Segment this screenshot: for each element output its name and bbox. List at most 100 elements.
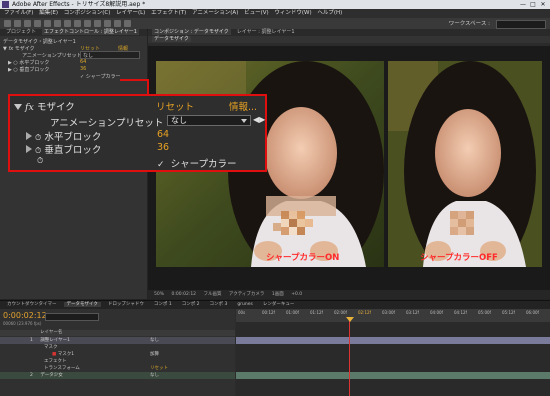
mask-row[interactable]: ■ マスク1 加算 [0, 351, 235, 358]
menu-animation[interactable]: アニメーション(A) [192, 10, 238, 16]
layer-name-column[interactable]: レイヤー名 [40, 330, 62, 335]
menu-view[interactable]: ビュー(V) [244, 10, 269, 16]
tab-layer[interactable]: レイヤー : 調整レイヤー1 [235, 29, 297, 35]
expand-v-block-icon[interactable] [26, 145, 32, 153]
frame-rate: 00060 (23.976 fps) [3, 321, 42, 326]
menu-composition[interactable]: コンポジション(C) [64, 10, 111, 16]
tab-countdown-timer[interactable]: カウントダウンタイマー [4, 302, 60, 307]
effect-header[interactable]: fx モザイク [14, 99, 75, 113]
transform-group-row[interactable]: トランスフォーム リセット [0, 365, 235, 372]
comp-panel-tabs: コンポジション : データモザイク レイヤー : 調整レイヤー1 [148, 29, 550, 36]
preset-value-small: なし [83, 53, 94, 59]
current-time-indicator[interactable] [349, 317, 350, 396]
effect-header-small[interactable]: ▼ fx モザイク [3, 45, 35, 52]
stopwatch-icon[interactable]: ⏱ [35, 146, 41, 155]
viewer-timecode[interactable]: 0:00:02:12 [171, 292, 196, 297]
view-layout-select[interactable]: 1画面 [272, 292, 284, 297]
expand-h-block-icon[interactable] [26, 132, 32, 140]
v-block-value-small[interactable]: 36 [80, 66, 86, 72]
tab-data-mosaic[interactable]: データモザイク [63, 302, 101, 307]
tab-render-queue[interactable]: レンダーキュー [260, 302, 298, 307]
comp-viewer[interactable]: シャープカラーON シャープカラーOFF 50% 0:00:02:12 フル画質… [148, 46, 550, 299]
info-link[interactable]: 情報... [229, 99, 257, 113]
effects-group-row[interactable]: エフェクト [0, 358, 235, 365]
close-button[interactable]: ✕ [538, 0, 548, 9]
effect-callout-zoom: fx モザイク リセット 情報... アニメーションプリセット : なし ◀▶ … [8, 94, 267, 172]
minimize-button[interactable]: — [518, 0, 528, 9]
tab-grunes[interactable]: grunes [234, 302, 256, 307]
current-timecode[interactable]: 0:00:02:12 [3, 311, 47, 320]
help-search-input[interactable] [496, 20, 546, 29]
puppet-tool-icon[interactable] [124, 20, 131, 27]
pen-tool-icon[interactable] [74, 20, 81, 27]
timeline-tabs: カウントダウンタイマー データモザイク ドロップシャドウ コンポ 1 コンポ 2 コンポ … [0, 301, 550, 309]
zoom-select[interactable]: 50% [154, 292, 164, 297]
mask-tool-icon[interactable] [64, 20, 71, 27]
menu-window[interactable]: ウィンドウ(W) [274, 10, 311, 16]
hand-tool-icon[interactable] [14, 20, 21, 27]
mask-group-row[interactable]: マスク [0, 344, 235, 351]
sharp-color-label: シャープカラー [170, 159, 237, 170]
tab-effect-controls[interactable]: エフェクトコントロール : 調整レイヤー1 [42, 29, 139, 35]
tab-project[interactable]: プロジェクト [4, 29, 38, 35]
layer-row[interactable]: 1 調整レイヤー1 なし [0, 337, 235, 344]
camera-tool-icon[interactable] [44, 20, 51, 27]
checkmark-icon[interactable]: ✓ [157, 160, 165, 170]
maximize-button[interactable]: □ [528, 0, 538, 9]
menu-effect[interactable]: エフェクト(T) [151, 10, 186, 16]
sharp-color-row-small[interactable]: ✓ シャープカラー [80, 73, 120, 80]
h-block-value-small[interactable]: 64 [80, 59, 86, 65]
clone-tool-icon[interactable] [104, 20, 111, 27]
layer-row[interactable]: 2 データ少女 なし [0, 372, 235, 379]
exposure-value[interactable]: +0.0 [291, 292, 302, 297]
tab-comp-2[interactable]: コンポ 2 [179, 302, 203, 307]
resolution-select[interactable]: フル画質 [203, 292, 221, 297]
h-block-row[interactable]: ⏱ 水平ブロック [26, 129, 101, 143]
expand-triangle-icon[interactable] [14, 104, 22, 110]
sharp-color-checkbox[interactable]: ✓ シャープカラー [157, 156, 237, 170]
layer-column-header: レイヤー名 [0, 330, 235, 336]
app-icon [2, 1, 9, 8]
h-block-row-small[interactable]: ▶ ○ 水平ブロック [8, 59, 49, 66]
tab-drop-shadow[interactable]: ドロップシャドウ [105, 302, 147, 307]
text-tool-icon[interactable] [84, 20, 91, 27]
layer-search-input[interactable] [45, 313, 99, 321]
comp-subtab-data-mosaic[interactable]: データモザイク [152, 36, 191, 42]
zoom-tool-icon[interactable] [24, 20, 31, 27]
reset-link[interactable]: リセット [156, 99, 194, 113]
selection-tool-icon[interactable] [4, 20, 11, 27]
eraser-tool-icon[interactable] [114, 20, 121, 27]
brush-tool-icon[interactable] [94, 20, 101, 27]
layer-mode[interactable]: なし [150, 372, 159, 379]
v-block-value[interactable]: 36 [157, 142, 169, 153]
menu-edit[interactable]: 編集(E) [39, 10, 58, 16]
menu-help[interactable]: ヘルプ(H) [317, 10, 342, 16]
preset-nav-arrows-icon[interactable]: ◀▶ [253, 115, 265, 124]
stopwatch-icon[interactable]: ⏱ [37, 156, 43, 166]
camera-select[interactable]: アクティブカメラ [229, 292, 265, 297]
menu-file[interactable]: ファイル(F) [4, 10, 33, 16]
comp-subtabs: データモザイク [148, 36, 550, 43]
h-block-value[interactable]: 64 [157, 129, 169, 140]
preset-select-small[interactable]: なし [80, 51, 140, 59]
transform-reset[interactable]: リセット [150, 365, 168, 372]
layer-bar-footage[interactable] [236, 372, 550, 379]
rotate-tool-icon[interactable] [34, 20, 41, 27]
time-indicator-head-icon[interactable] [346, 317, 354, 322]
pan-behind-tool-icon[interactable] [54, 20, 61, 27]
preset-select[interactable]: なし [167, 115, 251, 126]
v-block-row-small[interactable]: ▶ ○ 垂直ブロック [8, 66, 49, 73]
menu-layer[interactable]: レイヤー(L) [116, 10, 145, 16]
layer-bar-adjustment[interactable] [236, 337, 550, 344]
timeline-tracks[interactable]: 00s 00:12f 01:00f 01:12f 02:00f 02:12f 0… [236, 309, 550, 396]
time-ruler[interactable]: 00s 00:12f 01:00f 01:12f 02:00f 02:12f 0… [236, 309, 550, 322]
v-block-row[interactable]: ⏱ 垂直ブロック [26, 142, 101, 156]
mask-mode[interactable]: 加算 [150, 351, 159, 358]
tab-comp-3[interactable]: コンポ 3 [207, 302, 231, 307]
layer-name: データ少女 [40, 373, 63, 378]
stopwatch-icon[interactable]: ⏱ [35, 133, 41, 142]
tab-comp-1[interactable]: コンポ 1 [151, 302, 175, 307]
tab-composition[interactable]: コンポジション : データモザイク [152, 29, 231, 35]
layer-mode[interactable]: なし [150, 337, 159, 344]
effect-name: モザイク [36, 102, 75, 113]
